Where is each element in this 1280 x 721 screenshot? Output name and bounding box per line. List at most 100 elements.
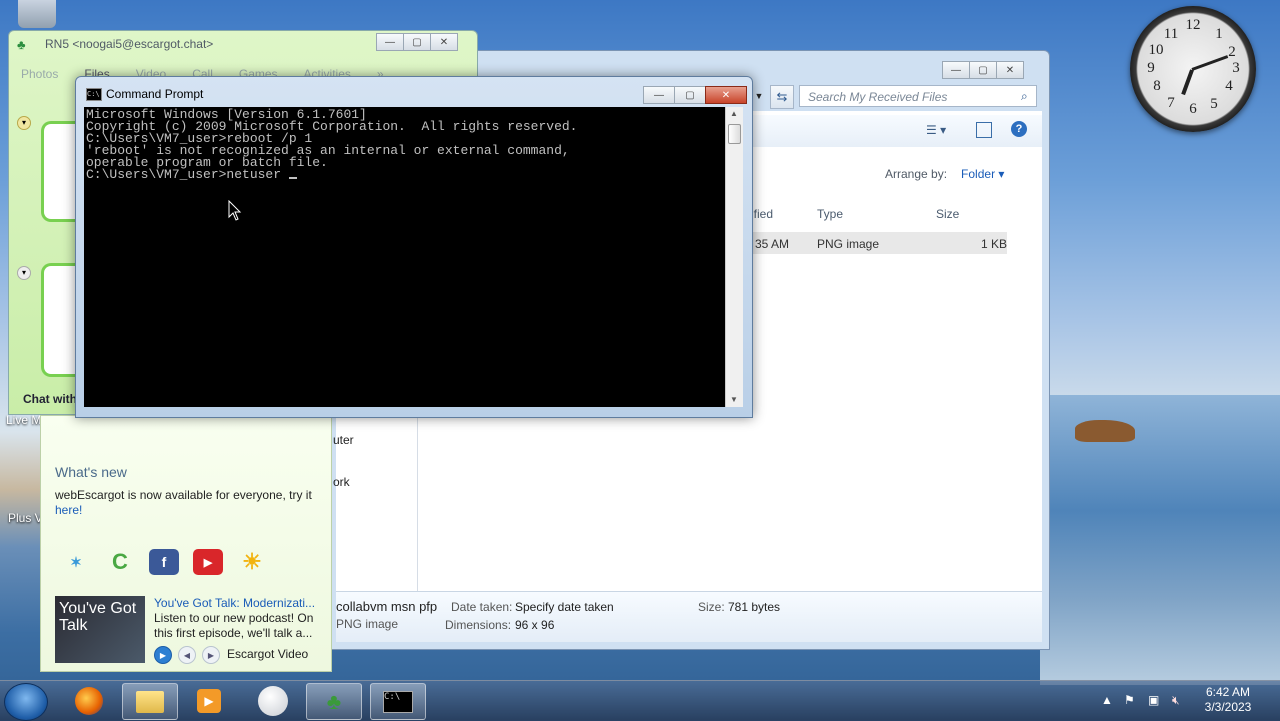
- explorer-window-controls: — ▢ ✕: [942, 61, 1024, 79]
- column-header-size[interactable]: Size: [936, 207, 959, 221]
- command-prompt-window[interactable]: C:\ Command Prompt — ▢ ✕ Microsoft Windo…: [75, 76, 753, 418]
- butterfly-icon[interactable]: ✶: [61, 549, 91, 575]
- clock-number: 3: [1232, 60, 1240, 76]
- details-file-name: collabvm msn pfp: [336, 599, 438, 614]
- previous-icon[interactable]: ◀: [178, 646, 196, 664]
- recycle-bin-icon[interactable]: [18, 0, 56, 28]
- folder-icon: [136, 690, 164, 713]
- address-dropdown-icon[interactable]: ▼: [751, 85, 767, 107]
- whats-new-panel: What's new webEscargot is now available …: [40, 415, 332, 672]
- column-header-modified[interactable]: ified: [751, 207, 773, 221]
- minimize-button[interactable]: —: [376, 33, 404, 51]
- help-icon[interactable]: ?: [1011, 121, 1027, 137]
- tab-photos[interactable]: Photos: [21, 67, 58, 81]
- nav-item-computer[interactable]: uter: [333, 433, 354, 447]
- taskbar-media-player[interactable]: ▶: [182, 683, 236, 718]
- clock-date: 3/3/2023: [1204, 700, 1252, 714]
- whats-new-title: What's new: [55, 464, 127, 480]
- details-size-label: Size:: [698, 600, 725, 614]
- messenger-icon: ♣: [326, 688, 342, 714]
- volume-muted-icon[interactable]: 🔇︎: [1172, 693, 1180, 708]
- whats-new-body: webEscargot is now available for everyon…: [55, 488, 312, 502]
- youtube-icon[interactable]: ▶: [193, 549, 223, 575]
- network-icon[interactable]: ▣: [1148, 693, 1159, 707]
- nav-item-network[interactable]: ork: [333, 475, 350, 489]
- media-player-icon: ▶: [197, 688, 221, 713]
- close-button[interactable]: ✕: [430, 33, 458, 51]
- firefox-icon: [75, 686, 103, 715]
- expand-icon[interactable]: ▾: [17, 116, 31, 130]
- arrange-by[interactable]: Arrange by: Folder ▾: [885, 167, 1004, 181]
- maximize-button[interactable]: ▢: [969, 61, 997, 79]
- taskbar: ▶ ♣ C:\ ▲ ⚑ ▣ 🔇︎ 6:42 AM 3/3/2023: [0, 680, 1280, 721]
- mouse-pointer-icon: [228, 200, 242, 221]
- minimize-button[interactable]: —: [643, 86, 675, 104]
- refresh-icon[interactable]: ⇆: [770, 85, 794, 109]
- podcast-thumbnail[interactable]: You've Got Talk: [55, 596, 145, 663]
- sun-icon[interactable]: ☀: [237, 549, 267, 575]
- file-row-modified: 35 AM: [755, 237, 790, 251]
- views-icon[interactable]: ☰ ▾: [926, 123, 946, 137]
- file-row-type: PNG image: [817, 237, 880, 251]
- taskbar-app[interactable]: [246, 683, 300, 718]
- details-file-type: PNG image: [336, 617, 399, 631]
- chat-with-label: Chat with: [23, 392, 77, 406]
- desktop-rock: [1075, 420, 1135, 442]
- scrollbar-thumb[interactable]: [728, 124, 741, 144]
- search-input[interactable]: Search My Received Files: [799, 85, 1037, 107]
- details-dimensions-value: 96 x 96: [515, 618, 555, 632]
- clock-number: 8: [1153, 78, 1161, 94]
- console-scrollbar[interactable]: ▲ ▼: [725, 107, 743, 407]
- scroll-up-icon[interactable]: ▲: [730, 109, 738, 118]
- console-output[interactable]: Microsoft Windows [Version 6.1.7601] Copy…: [84, 107, 725, 407]
- close-button[interactable]: ✕: [705, 86, 747, 104]
- details-pane: collabvm msn pfp PNG image Date taken: S…: [336, 591, 1042, 642]
- preview-pane-icon[interactable]: [976, 122, 992, 138]
- refresh-c-icon[interactable]: C: [105, 549, 135, 575]
- clock-number: 4: [1225, 78, 1233, 94]
- facebook-icon[interactable]: f: [149, 549, 179, 575]
- podcast-description: Listen to our new podcast! On this first…: [154, 611, 314, 640]
- command-prompt-controls: — ▢ ✕: [643, 86, 747, 104]
- command-prompt-title: Command Prompt: [106, 87, 204, 101]
- show-hidden-icons-icon[interactable]: ▲: [1101, 693, 1113, 707]
- details-dimensions-label: Dimensions:: [445, 618, 512, 632]
- play-icon[interactable]: ▶: [154, 646, 172, 664]
- maximize-button[interactable]: ▢: [403, 33, 431, 51]
- clock-minute-hand: [1191, 55, 1229, 71]
- start-button[interactable]: [4, 683, 48, 721]
- taskbar-messenger[interactable]: ♣: [306, 683, 362, 720]
- taskbar-explorer[interactable]: [122, 683, 178, 720]
- clock-number: 11: [1163, 26, 1179, 42]
- taskbar-cmd[interactable]: C:\: [370, 683, 426, 720]
- podcast-title[interactable]: You've Got Talk: Modernizati...: [154, 596, 324, 610]
- clock-number: 7: [1167, 95, 1175, 111]
- clock-hour-hand: [1181, 69, 1194, 96]
- column-header-type[interactable]: Type: [817, 207, 843, 221]
- scroll-down-icon[interactable]: ▼: [730, 395, 738, 404]
- console-input-line[interactable]: C:\Users\VM7_user>netuser: [86, 167, 289, 182]
- details-date-value[interactable]: Specify date taken: [515, 600, 614, 614]
- app-orb-icon: [258, 685, 288, 716]
- arrange-by-label: Arrange by:: [885, 167, 948, 181]
- clock-number: 5: [1210, 96, 1218, 112]
- clock-number: 10: [1148, 42, 1164, 58]
- clock-number: 9: [1147, 60, 1155, 76]
- expand-icon[interactable]: ▾: [17, 266, 31, 280]
- minimize-button[interactable]: —: [942, 61, 970, 79]
- maximize-button[interactable]: ▢: [674, 86, 706, 104]
- search-icon[interactable]: ⌕: [1021, 89, 1028, 104]
- next-icon[interactable]: ▶: [202, 646, 220, 664]
- system-clock[interactable]: 6:42 AM 3/3/2023: [1198, 685, 1258, 715]
- close-button[interactable]: ✕: [996, 61, 1024, 79]
- arrange-by-value[interactable]: Folder ▾: [961, 167, 1004, 181]
- command-prompt-icon: C:\: [86, 88, 102, 101]
- messenger-buddy-icon: ♣: [17, 37, 26, 52]
- whats-new-link[interactable]: here!: [55, 503, 82, 517]
- action-center-flag-icon[interactable]: ⚑: [1124, 693, 1135, 707]
- nav-divider: [417, 413, 418, 591]
- clock-number: 6: [1189, 101, 1197, 117]
- taskbar-firefox[interactable]: [62, 683, 116, 718]
- clock-gadget[interactable]: 12 1 2 3 4 5 6 7 8 9 10 11: [1130, 6, 1256, 132]
- messenger-title: RN5 <noogai5@escargot.chat>: [45, 37, 214, 51]
